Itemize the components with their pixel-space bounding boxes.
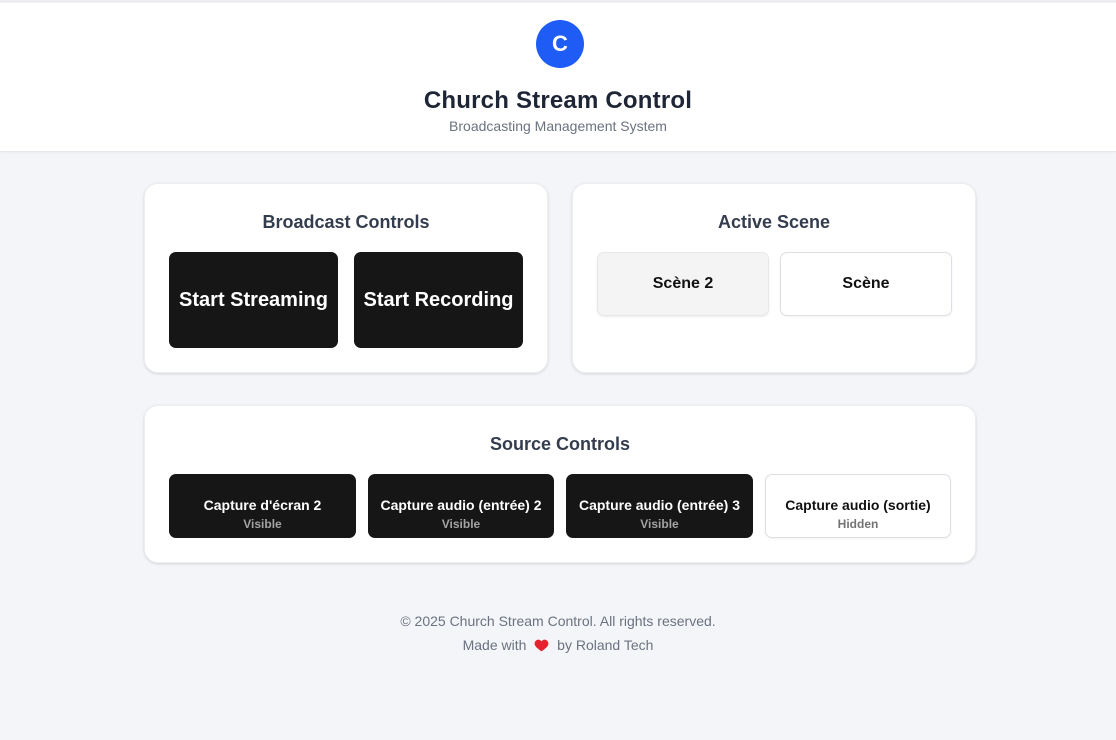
source-toggle-audio-input-2[interactable]: Capture audio (entrée) 2 Visible — [368, 474, 554, 538]
source-name: Capture d'écran 2 — [203, 497, 322, 513]
source-toggle-audio-output[interactable]: Capture audio (sortie) Hidden — [765, 474, 951, 538]
copyright-text: © 2025 Church Stream Control. All rights… — [400, 613, 716, 629]
page-footer: © 2025 Church Stream Control. All rights… — [0, 612, 1116, 660]
scene-button-scene[interactable]: Scène — [780, 252, 952, 316]
source-controls-title: Source Controls — [489, 434, 631, 454]
scene-button-label: Scène — [842, 275, 890, 292]
source-controls-card: Source Controls Capture d'écran 2 Visibl… — [144, 405, 976, 563]
source-name: Capture audio (entrée) 2 — [380, 497, 542, 513]
made-with-text: Made with — [462, 637, 527, 653]
broadcast-controls-card: Broadcast Controls Start Streaming Start… — [144, 183, 548, 373]
source-name: Capture audio (entrée) 3 — [578, 497, 741, 513]
source-status: Hidden — [837, 517, 879, 531]
source-name: Capture audio (sortie) — [785, 497, 931, 513]
source-toggle-screen-capture-2[interactable]: Capture d'écran 2 Visible — [169, 474, 356, 538]
app-subtitle: Broadcasting Management System — [449, 118, 667, 134]
active-scene-title: Active Scene — [717, 212, 831, 232]
app-logo: C — [536, 20, 584, 68]
made-with-line: Made with by Roland Tech — [0, 636, 1116, 660]
app-header: C Church Stream Control Broadcasting Man… — [0, 3, 1116, 152]
heart-icon — [534, 638, 549, 656]
source-toggle-audio-input-3[interactable]: Capture audio (entrée) 3 Visible — [566, 474, 753, 538]
source-status: Visible — [441, 517, 481, 531]
source-status: Visible — [640, 517, 679, 531]
start-streaming-button[interactable]: Start Streaming — [169, 252, 338, 348]
app-title: Church Stream Control — [423, 87, 693, 114]
broadcast-controls-title: Broadcast Controls — [262, 212, 430, 232]
by-text: by Roland Tech — [557, 637, 654, 653]
source-status: Visible — [243, 517, 282, 531]
scene-button-scene-2[interactable]: Scène 2 — [597, 252, 769, 316]
start-recording-button[interactable]: Start Recording — [354, 252, 523, 348]
start-streaming-label: Start Streaming — [179, 289, 328, 311]
scene-button-label: Scène 2 — [652, 275, 714, 292]
active-scene-card: Active Scene Scène 2 Scène — [572, 183, 976, 373]
start-recording-label: Start Recording — [363, 289, 514, 311]
